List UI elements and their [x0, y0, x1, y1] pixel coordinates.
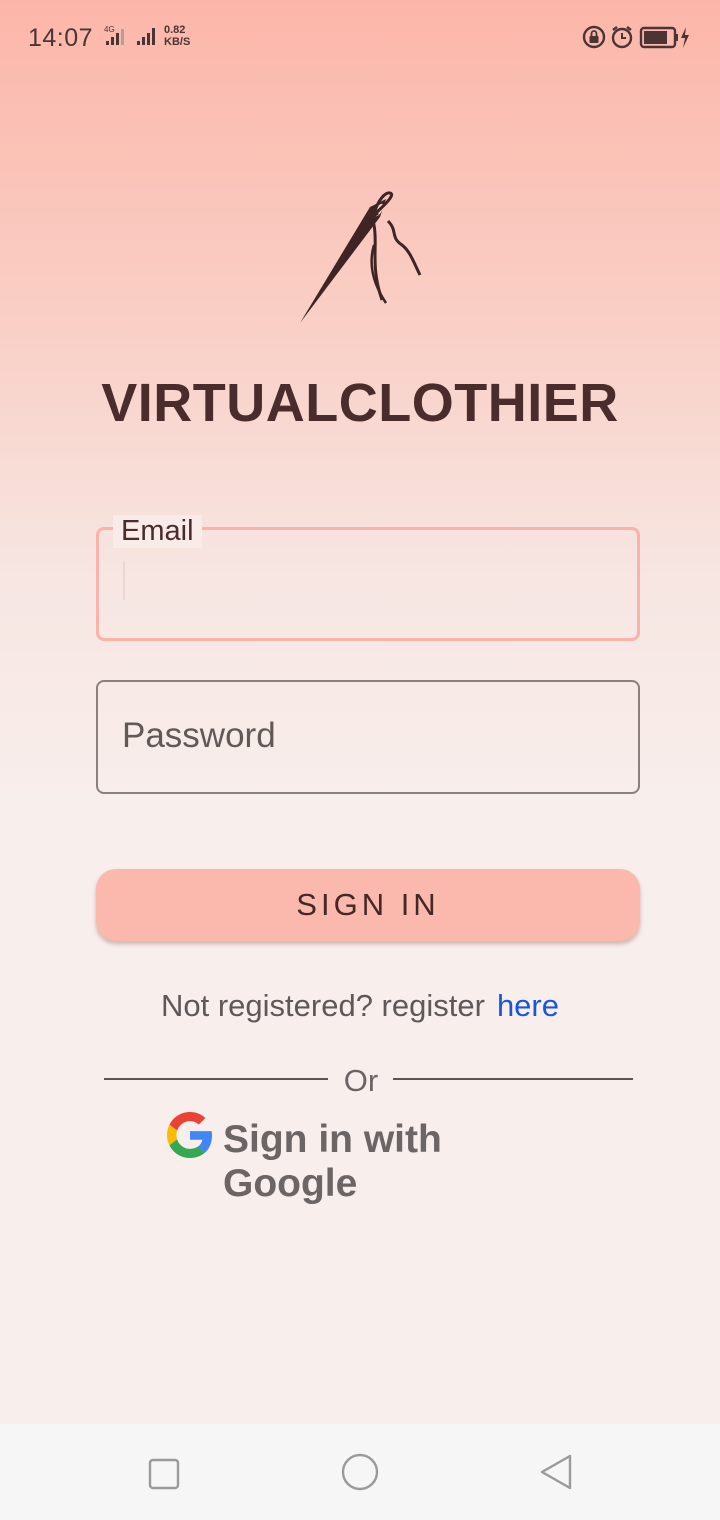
network-type: 4G: [104, 25, 115, 34]
network-speed: 0.82 KB/S: [164, 24, 191, 48]
home-icon[interactable]: [341, 1453, 379, 1491]
app-title: VIRTUALCLOTHIER: [101, 373, 619, 433]
recents-icon[interactable]: [148, 1458, 180, 1490]
signal-icon: 4G: [104, 25, 155, 45]
google-sign-in-label: Sign in with Google: [223, 1118, 442, 1205]
back-icon[interactable]: [538, 1453, 574, 1491]
google-logo-icon: [167, 1112, 213, 1158]
battery-charging-icon: [639, 26, 689, 49]
password-field[interactable]: Password: [96, 680, 640, 794]
email-label: Email: [113, 515, 202, 548]
divider-line-left: [104, 1078, 328, 1080]
register-link[interactable]: here: [497, 988, 559, 1023]
sign-in-button[interactable]: SIGN IN: [96, 869, 640, 941]
password-placeholder: Password: [122, 716, 276, 755]
text-cursor: [123, 562, 125, 600]
email-field[interactable]: Email: [96, 515, 640, 641]
navigation-bar: [0, 1424, 720, 1520]
divider-line-right: [393, 1078, 633, 1080]
or-label: Or: [343, 1063, 379, 1098]
status-icons: [582, 25, 689, 49]
status-bar: 14:07 4G 0.82 KB/S: [0, 0, 720, 72]
status-time: 14:07: [28, 24, 94, 52]
register-prompt: Not registered? register here: [0, 988, 720, 1024]
alarm-icon: [611, 26, 633, 49]
needle-thread-logo: [300, 191, 422, 323]
google-sign-in-button[interactable]: Sign in with Google: [165, 1110, 585, 1205]
register-text: Not registered? register: [161, 988, 485, 1023]
lock-rotation-icon: [582, 25, 606, 49]
